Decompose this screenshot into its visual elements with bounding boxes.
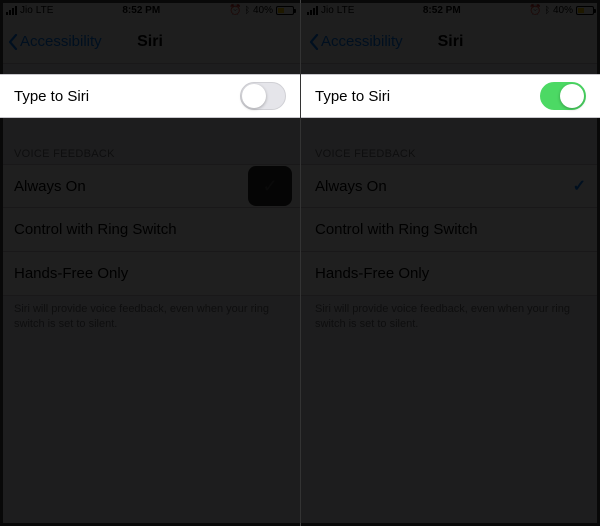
network-label: LTE — [36, 5, 54, 16]
voice-option-ring-switch[interactable]: Control with Ring Switch — [0, 208, 300, 252]
nav-bar: Accessibility Siri — [0, 20, 300, 64]
checkmark-highlight-box: ✓ — [248, 166, 292, 206]
type-to-siri-label: Type to Siri — [315, 88, 390, 105]
back-label: Accessibility — [321, 33, 403, 50]
option-label: Hands-Free Only — [14, 265, 128, 282]
voice-option-ring-switch[interactable]: Control with Ring Switch — [301, 208, 600, 252]
carrier-label: Jio — [321, 5, 334, 16]
bluetooth-icon: ᛒ — [545, 5, 550, 15]
type-to-siri-row[interactable]: Type to Siri — [301, 74, 600, 118]
option-label: Hands-Free Only — [315, 265, 429, 282]
content-area: Type to Siri VOICE FEEDBACK Always On ✓ … — [301, 64, 600, 526]
checkmark-icon: ✓ — [573, 176, 586, 196]
signal-icon — [6, 6, 17, 15]
battery-pct: 40% — [253, 5, 273, 16]
voice-option-hands-free[interactable]: Hands-Free Only — [301, 252, 600, 296]
battery-icon — [576, 6, 594, 15]
voice-feedback-footer: Siri will provide voice feedback, even w… — [301, 296, 600, 339]
page-title: Siri — [438, 33, 464, 51]
voice-feedback-header: VOICE FEEDBACK — [301, 142, 600, 164]
signal-icon — [307, 6, 318, 15]
back-button[interactable]: Accessibility — [8, 33, 102, 50]
status-time: 8:52 PM — [122, 5, 160, 16]
option-label: Control with Ring Switch — [14, 221, 177, 238]
chevron-left-icon — [309, 34, 319, 50]
alarm-icon: ⏰ — [529, 5, 541, 16]
type-to-siri-toggle[interactable] — [240, 82, 286, 110]
carrier-label: Jio — [20, 5, 33, 16]
voice-option-always-on[interactable]: Always On ✓ — [301, 164, 600, 208]
status-time: 8:52 PM — [423, 5, 461, 16]
bluetooth-icon: ᛒ — [245, 5, 250, 15]
nav-bar: Accessibility Siri — [301, 20, 600, 64]
voice-option-hands-free[interactable]: Hands-Free Only — [0, 252, 300, 296]
voice-feedback-header: VOICE FEEDBACK — [0, 142, 300, 164]
voice-feedback-footer: Siri will provide voice feedback, even w… — [0, 296, 300, 339]
voice-option-always-on[interactable]: Always On ✓ — [0, 164, 300, 208]
battery-icon — [276, 6, 294, 15]
status-bar: Jio LTE 8:52 PM ⏰ ᛒ 40% — [301, 0, 600, 20]
content-area: Type to Siri VOICE FEEDBACK Always On ✓ … — [0, 64, 300, 526]
page-title: Siri — [137, 33, 163, 51]
battery-pct: 40% — [553, 5, 573, 16]
type-to-siri-label: Type to Siri — [14, 88, 89, 105]
option-label: Always On — [14, 178, 86, 195]
right-pane: Jio LTE 8:52 PM ⏰ ᛒ 40% Accessibility Si… — [300, 0, 600, 526]
left-pane: Jio LTE 8:52 PM ⏰ ᛒ 40% Accessibility Si… — [0, 0, 300, 526]
option-label: Always On — [315, 178, 387, 195]
back-label: Accessibility — [20, 33, 102, 50]
chevron-left-icon — [8, 34, 18, 50]
back-button[interactable]: Accessibility — [309, 33, 403, 50]
type-to-siri-toggle[interactable] — [540, 82, 586, 110]
network-label: LTE — [337, 5, 355, 16]
option-label: Control with Ring Switch — [315, 221, 478, 238]
type-to-siri-row[interactable]: Type to Siri — [0, 74, 300, 118]
status-bar: Jio LTE 8:52 PM ⏰ ᛒ 40% — [0, 0, 300, 20]
alarm-icon: ⏰ — [229, 5, 241, 16]
